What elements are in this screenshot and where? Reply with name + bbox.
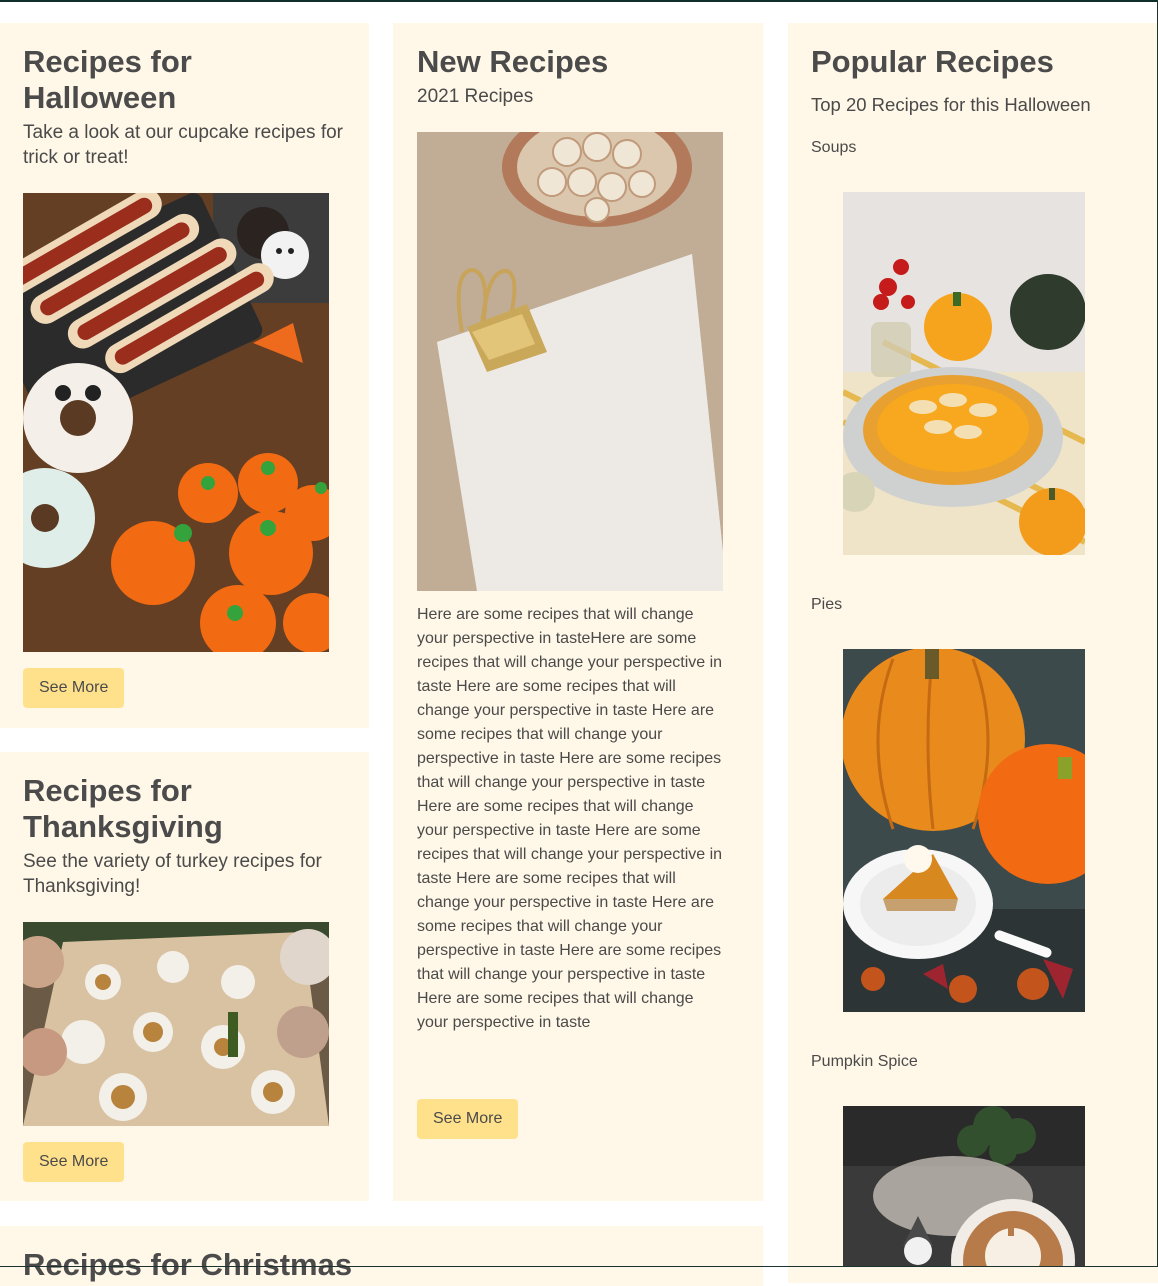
- halloween-title: Recipes for Halloween: [23, 44, 192, 115]
- popular-recipes-card: Popular Recipes Top 20 Recipes for this …: [788, 23, 1158, 1283]
- thanksgiving-see-more-button[interactable]: See More: [23, 1142, 125, 1182]
- popular-recipes-subtitle: Top 20 Recipes for this Halloween: [811, 94, 1091, 115]
- christmas-title: Recipes for Christmas: [23, 1247, 353, 1282]
- halloween-card: Recipes for Halloween Take a look at our…: [0, 23, 369, 728]
- thanksgiving-title: Recipes for Thanksgiving: [23, 773, 223, 844]
- new-recipes-card: New Recipes 2021 Recipes Here are some r…: [393, 23, 763, 1201]
- top-border: [0, 0, 1158, 2]
- popular-item-label-pies: Pies: [811, 596, 843, 613]
- new-recipes-body: Here are some recipes that will change y…: [417, 606, 723, 1031]
- popular-recipes-title: Popular Recipes: [811, 44, 1054, 79]
- thanksgiving-photo: [23, 922, 329, 1126]
- popular-item-photo-pies[interactable]: [843, 649, 1085, 1012]
- thanksgiving-subtitle: See the variety of turkey recipes for Th…: [23, 851, 322, 897]
- new-recipes-subtitle: 2021 Recipes: [417, 86, 534, 107]
- popular-item-photo-pumpkin-spice[interactable]: [843, 1106, 1085, 1266]
- thanksgiving-card: Recipes for Thanksgiving See the variety…: [0, 752, 369, 1201]
- popular-item-label-soups: Soups: [811, 139, 857, 156]
- halloween-photo: [23, 193, 329, 652]
- new-recipes-see-more-button[interactable]: See More: [417, 1099, 519, 1139]
- halloween-see-more-button[interactable]: See More: [23, 668, 125, 708]
- halloween-subtitle: Take a look at our cupcake recipes for t…: [23, 122, 344, 168]
- popular-item-label-pumpkin-spice: Pumpkin Spice: [811, 1053, 918, 1070]
- new-recipes-photo: [417, 132, 723, 591]
- new-recipes-title: New Recipes: [417, 44, 609, 79]
- popular-item-photo-soups[interactable]: [843, 192, 1085, 555]
- christmas-card: Recipes for Christmas: [0, 1226, 763, 1286]
